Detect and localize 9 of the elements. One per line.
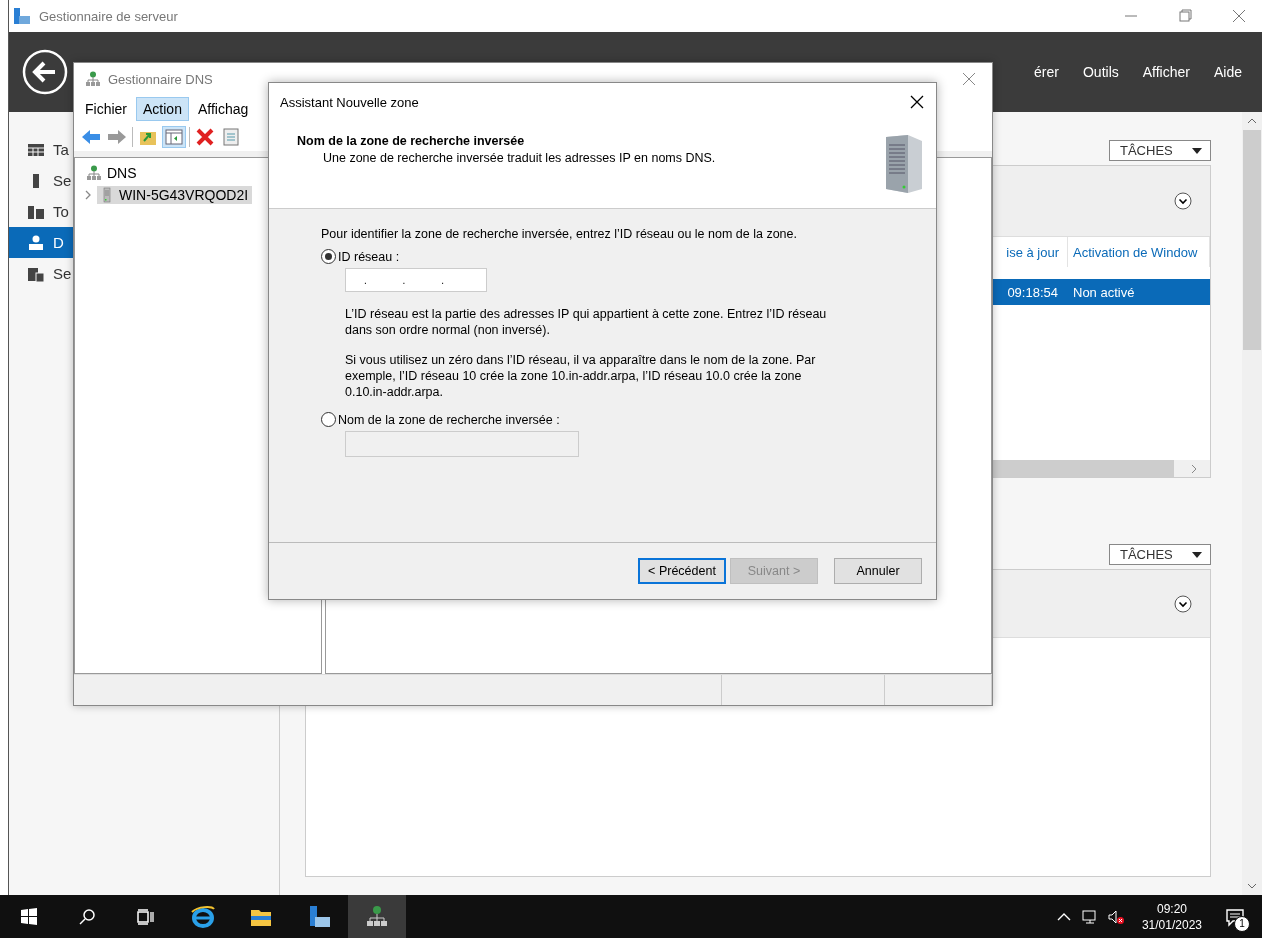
help-text: L’ID réseau est la partie des adresses IP qui appartient à cette zone. Entrez l’ID réseau dans son ordre normal (non inversé).: [345, 306, 828, 338]
page-heading: Nom de la zone de recherche inversée: [297, 134, 526, 148]
dialog-title: Assistant Nouvelle zone: [280, 94, 419, 110]
window-title: Gestionnaire de serveur: [39, 8, 178, 24]
page-description: Une zone de recherche inversée traduit les adresses IP en noms DNS.: [322, 151, 717, 165]
notification-count: 1: [1234, 915, 1250, 932]
help-text: Si vous utilisez un zéro dans l’ID réseau, il va apparaître dans le nom de la zone. Par exemple, l’ID réseau 10 crée la zone 10.in-addr.arpa, l’ID réseau 10.0 crée la zone 0.10.in-addr.arpa.: [345, 352, 817, 400]
instruction-text: Pour identifier la zone de recherche inversée, entrez l’ID réseau ou le nom de la zone.: [321, 227, 798, 241]
window-title: Gestionnaire DNS: [108, 71, 213, 87]
